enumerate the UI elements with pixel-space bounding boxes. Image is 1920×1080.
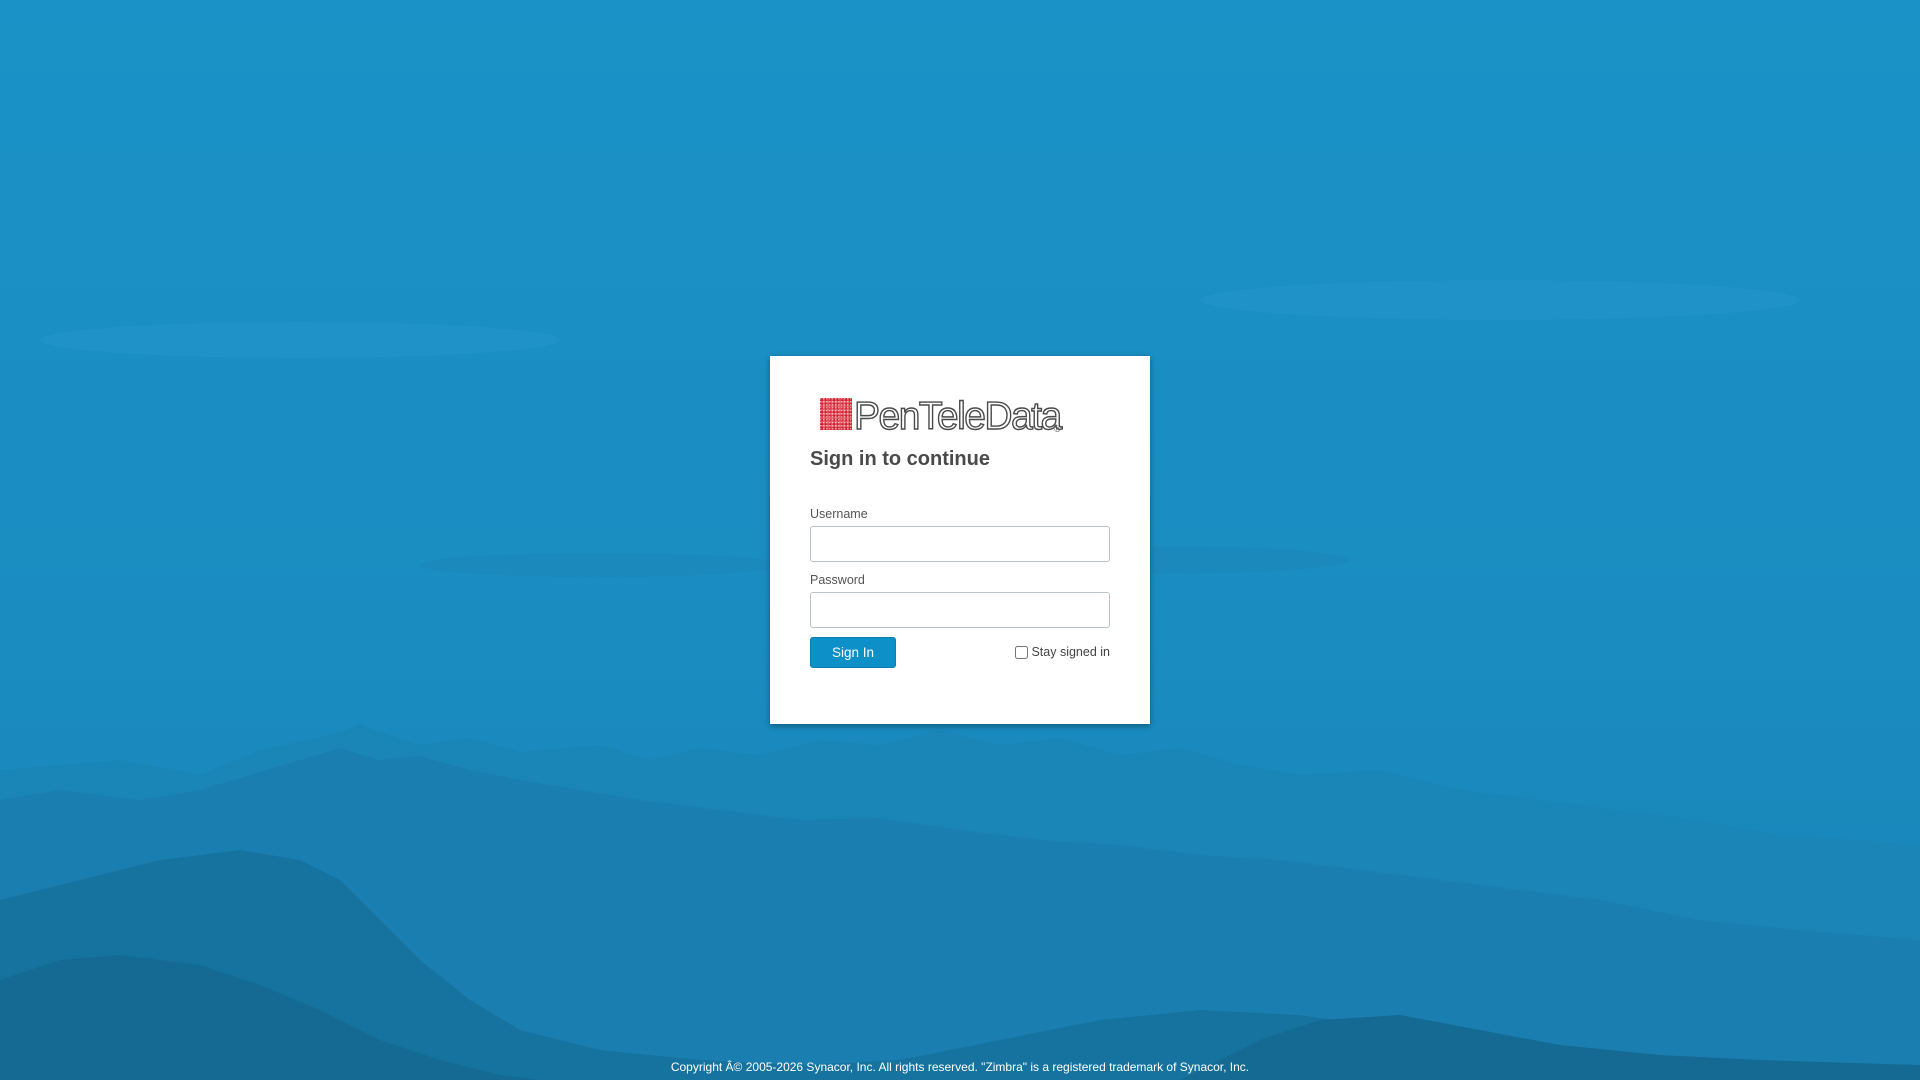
stay-signed-in-label[interactable]: Stay signed in xyxy=(1031,645,1110,659)
username-input[interactable] xyxy=(810,526,1110,562)
stay-signed-in-checkbox[interactable] xyxy=(1015,645,1029,659)
stay-signed-in-option[interactable]: Stay signed in xyxy=(1015,645,1110,659)
logo-graphic: PenTeleData ® xyxy=(820,394,1065,439)
sign-in-button[interactable]: Sign In xyxy=(810,637,896,668)
username-label: Username xyxy=(810,507,868,521)
password-label: Password xyxy=(810,573,865,587)
sign-in-heading: Sign in to continue xyxy=(810,448,990,470)
login-card: PenTeleData ® Sign in to continue Userna… xyxy=(770,356,1150,724)
copyright-footer: Copyright Â© 2005-2026 Synacor, Inc. All… xyxy=(670,1060,1250,1074)
registered-mark: ® xyxy=(1054,424,1061,434)
password-input[interactable] xyxy=(810,592,1110,628)
pentele-data-logo: PenTeleData ® xyxy=(820,392,1080,439)
logo-text: PenTeleData xyxy=(854,395,1063,438)
